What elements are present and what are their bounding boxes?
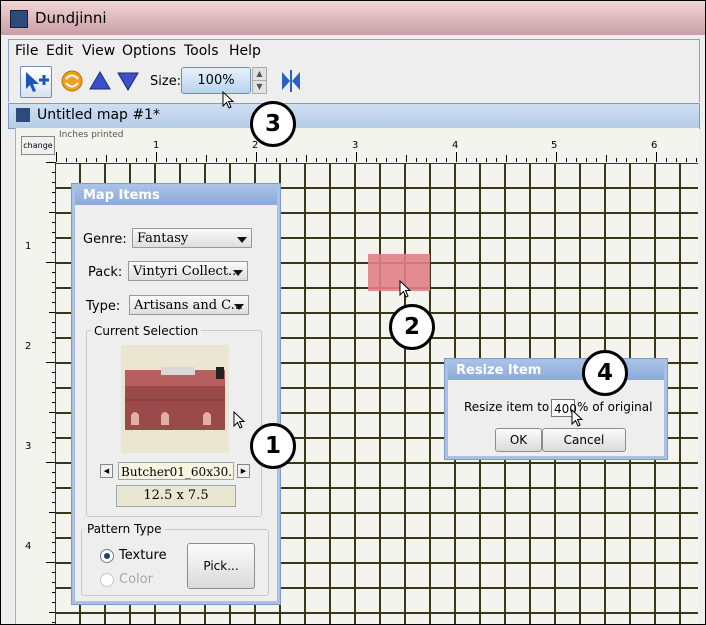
pick-button[interactable]: Pick...	[187, 543, 255, 589]
document-title: Untitled map #1*	[37, 107, 161, 123]
size-label: Size:	[150, 74, 182, 89]
ok-button[interactable]: OK	[495, 428, 542, 452]
callout-2: 2	[389, 304, 435, 350]
texture-radio[interactable]	[100, 549, 114, 563]
resize-item-dialog: Resize Item Resize item to 400 % of orig…	[445, 359, 667, 459]
pack-label: Pack:	[88, 265, 123, 280]
chevron-down-icon	[237, 237, 247, 243]
title-bar[interactable]: Dundjinni	[1, 1, 705, 35]
genre-value: Fantasy	[137, 231, 189, 246]
menu-view[interactable]: View	[82, 43, 115, 59]
units-label: Inches printed	[59, 130, 124, 140]
pattern-type-label: Pattern Type	[84, 522, 165, 536]
send-backward-button[interactable]	[113, 66, 143, 96]
rotate-tool-button[interactable]	[57, 66, 87, 96]
chevron-down-icon	[233, 270, 243, 276]
menu-tools[interactable]: Tools	[184, 43, 219, 59]
texture-label: Texture	[119, 548, 167, 563]
rotate-icon	[61, 70, 83, 92]
document-icon	[16, 108, 30, 122]
ruler-left-2: 2	[25, 341, 32, 352]
size-input[interactable]: 100%	[181, 67, 251, 94]
chevron-down-icon	[234, 304, 244, 310]
menu-file[interactable]: File	[15, 43, 38, 59]
callout-3: 3	[250, 101, 296, 147]
menu-bar: File Edit View Options Tools Help	[8, 39, 700, 62]
application-window: Dundjinni File Edit View Options Tools H…	[0, 0, 706, 625]
triangle-up-icon	[89, 71, 111, 90]
ruler-top-3: 3	[352, 140, 359, 151]
resize-suffix-label: % of original	[577, 400, 653, 414]
triangle-down-icon	[117, 72, 139, 91]
ruler-left-1: 1	[25, 241, 32, 252]
toolbar: Size: 100% ▲ ▼	[8, 62, 700, 102]
app-icon	[10, 10, 28, 28]
cancel-button[interactable]: Cancel	[542, 428, 626, 452]
size-spin-up[interactable]: ▲	[252, 67, 267, 81]
item-preview[interactable]	[121, 345, 229, 453]
genre-label: Genre:	[83, 232, 127, 247]
ruler-left-4: 4	[25, 541, 32, 552]
add-arrow-icon	[26, 72, 49, 92]
type-value: Artisans and C...	[134, 298, 244, 313]
mirror-icon	[282, 70, 300, 92]
resize-dialog-title: Resize Item	[448, 362, 664, 380]
mouse-cursor-icon	[399, 280, 412, 298]
mouse-cursor-icon	[233, 411, 246, 429]
mouse-cursor-icon	[571, 409, 584, 427]
ruler-top-5: 5	[551, 140, 558, 151]
ruler-top-4: 4	[452, 140, 459, 151]
type-label: Type:	[86, 299, 121, 314]
color-radio[interactable]	[100, 573, 114, 587]
document-tab[interactable]: Untitled map #1*	[8, 103, 700, 129]
color-label: Color	[119, 572, 153, 587]
building-thumbnail-icon	[125, 367, 225, 430]
window-title: Dundjinni	[35, 9, 107, 27]
next-item-button[interactable]: ▶	[237, 464, 250, 478]
genre-select[interactable]: Fantasy	[132, 228, 252, 248]
pack-value: Vintyri Collect...	[133, 264, 241, 279]
bring-forward-button[interactable]	[85, 66, 115, 96]
callout-4: 4	[582, 350, 628, 396]
ruler-top-6: 6	[651, 140, 658, 151]
menu-options[interactable]: Options	[122, 43, 176, 59]
type-select[interactable]: Artisans and C...	[129, 295, 249, 315]
left-ruler	[46, 162, 56, 623]
map-items-panel: Map Items Genre: Fantasy Pack: Vintyri C…	[72, 184, 280, 604]
map-items-title: Map Items	[75, 187, 277, 205]
menu-help[interactable]: Help	[229, 43, 261, 59]
change-units-button[interactable]: change	[21, 136, 55, 155]
ruler-top-1: 1	[153, 140, 160, 151]
item-name-field: Butcher01_60x30...	[118, 462, 234, 480]
ruler-left-3: 3	[25, 441, 32, 452]
callout-1: 1	[250, 423, 296, 469]
menu-edit[interactable]: Edit	[46, 43, 73, 59]
mirror-tool-button[interactable]	[276, 66, 306, 96]
current-selection-label: Current Selection	[91, 324, 202, 338]
size-spin-down[interactable]: ▼	[252, 80, 267, 94]
mouse-cursor-icon	[222, 91, 235, 109]
resize-prompt-label: Resize item to	[464, 400, 550, 414]
add-item-tool-button[interactable]	[20, 66, 52, 98]
pack-select[interactable]: Vintyri Collect...	[128, 261, 248, 281]
item-dimensions: 12.5 x 7.5	[116, 485, 236, 507]
prev-item-button[interactable]: ◀	[100, 464, 113, 478]
